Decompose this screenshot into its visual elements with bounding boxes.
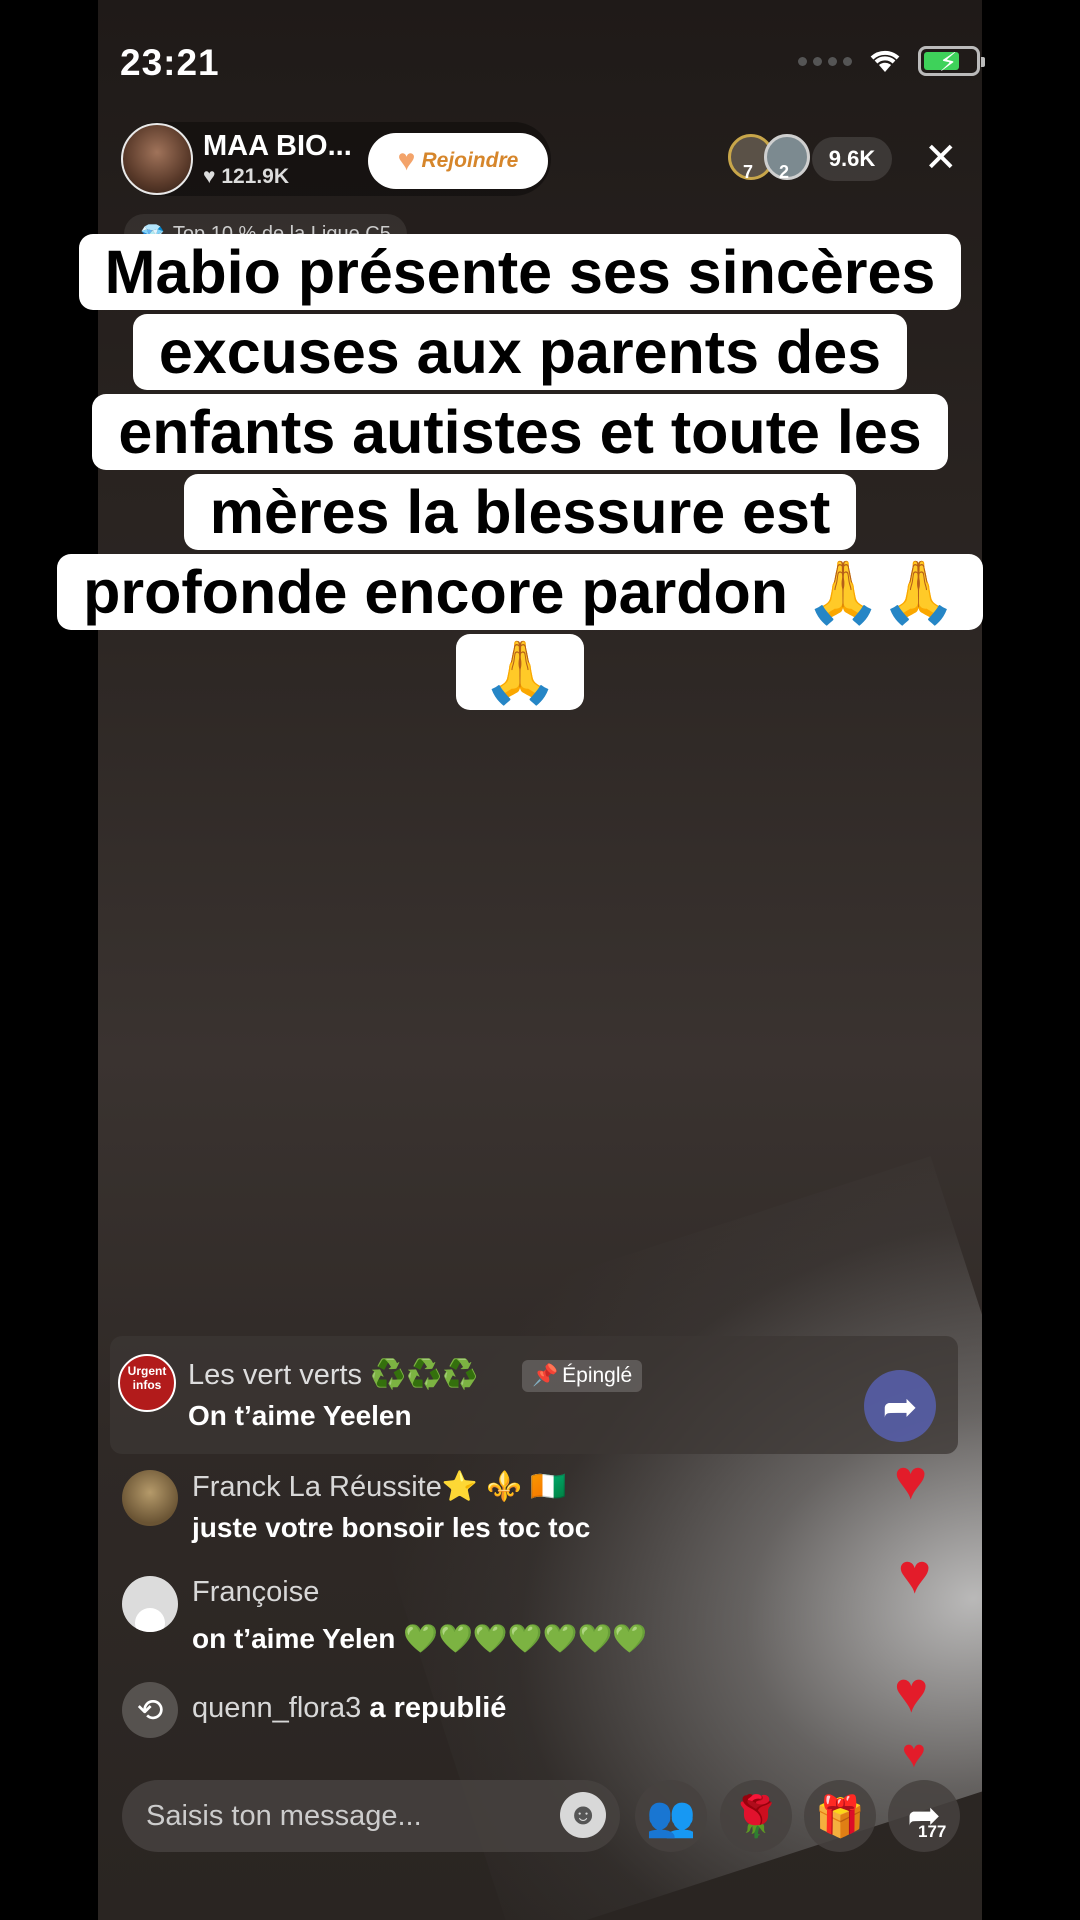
pinned-badge-label: Épinglé	[562, 1364, 633, 1387]
status-icons: ⚡	[798, 46, 985, 77]
multi-guest-icon[interactable]: 👥	[635, 1780, 707, 1852]
pinned-avatar[interactable]: Urgent infos	[118, 1354, 176, 1412]
heart-icon: ♥	[203, 164, 216, 188]
floating-heart-icon: ♥	[894, 1448, 928, 1511]
viewer-count[interactable]: 9.6K	[812, 137, 892, 181]
join-button[interactable]: ♥ Rejoindre	[368, 133, 548, 189]
battery-icon: ⚡	[918, 46, 985, 77]
join-label: Rejoindre	[421, 149, 519, 172]
caption-line: 🙏	[456, 634, 584, 710]
pinned-message: On t’aime Yeelen	[188, 1400, 412, 1431]
pin-icon: 📌	[532, 1364, 559, 1387]
viewer-rank-badge: 2	[779, 162, 790, 182]
floating-heart-icon: ♥	[898, 1542, 932, 1605]
repost-icon: ⟲	[122, 1682, 178, 1738]
heart-plus-icon: ♥	[397, 144, 416, 177]
status-time: 23:21	[120, 42, 220, 83]
host-likes: ♥ 121.9K	[203, 165, 352, 189]
rose-gift-icon[interactable]: 🌹	[720, 1780, 792, 1852]
pinned-comment[interactable]: Urgent infos Les vert verts ♻️♻️♻️ 📌 Épi…	[110, 1336, 958, 1454]
caption-line: mères la blessure est	[183, 474, 857, 550]
cellular-signal-icon	[798, 56, 852, 66]
viewer-rank-badge: 7	[743, 162, 754, 182]
host-name: MAA BIO...	[203, 129, 352, 162]
close-icon[interactable]: ✕	[924, 138, 958, 178]
caption-line: excuses aux parents des	[132, 314, 908, 390]
repost-username[interactable]: quenn_flora3	[192, 1692, 361, 1724]
repost-text: quenn_flora3 a republié	[192, 1692, 506, 1725]
pinned-badge: 📌 Épinglé	[522, 1360, 643, 1392]
caption-line: enfants autistes et toute les	[92, 394, 948, 470]
comment-text: juste votre bonsoir les toc toc	[192, 1512, 591, 1543]
host-likes-count: 121.9K	[221, 164, 290, 188]
default-avatar-icon[interactable]	[122, 1576, 178, 1632]
commenter-name[interactable]: Franck La Réussite⭐ ⚜️ 🇨🇮	[192, 1470, 566, 1504]
commenter-name[interactable]: Françoise	[192, 1576, 319, 1609]
share-icon[interactable]: ➦	[864, 1370, 936, 1442]
caption-line: profonde encore pardon 🙏🙏	[57, 554, 983, 630]
viewer-avatar[interactable]: 2	[764, 134, 810, 182]
gift-icon[interactable]: 🎁	[804, 1780, 876, 1852]
commenter-avatar[interactable]	[122, 1470, 178, 1526]
floating-heart-icon: ♥	[894, 1660, 929, 1725]
wifi-icon	[870, 50, 900, 72]
top-viewers[interactable]: 7 2	[728, 134, 810, 182]
caption-line: Mabio présente ses sincères	[78, 234, 962, 310]
floating-heart-icon: ♥	[902, 1732, 926, 1776]
host-avatar[interactable]	[121, 123, 193, 195]
message-input[interactable]: Saisis ton message...	[122, 1780, 620, 1852]
emoji-icon[interactable]: ☻	[560, 1792, 606, 1838]
share-count: 177	[918, 1822, 947, 1841]
pinned-username[interactable]: Les vert verts ♻️♻️♻️	[188, 1358, 478, 1392]
comment-text: on t’aime Yelen 💚💚💚💚💚💚💚	[192, 1623, 648, 1654]
repost-action: a republié	[369, 1692, 507, 1724]
caption-overlay: Mabio présente ses sincères excuses aux …	[40, 232, 1000, 712]
